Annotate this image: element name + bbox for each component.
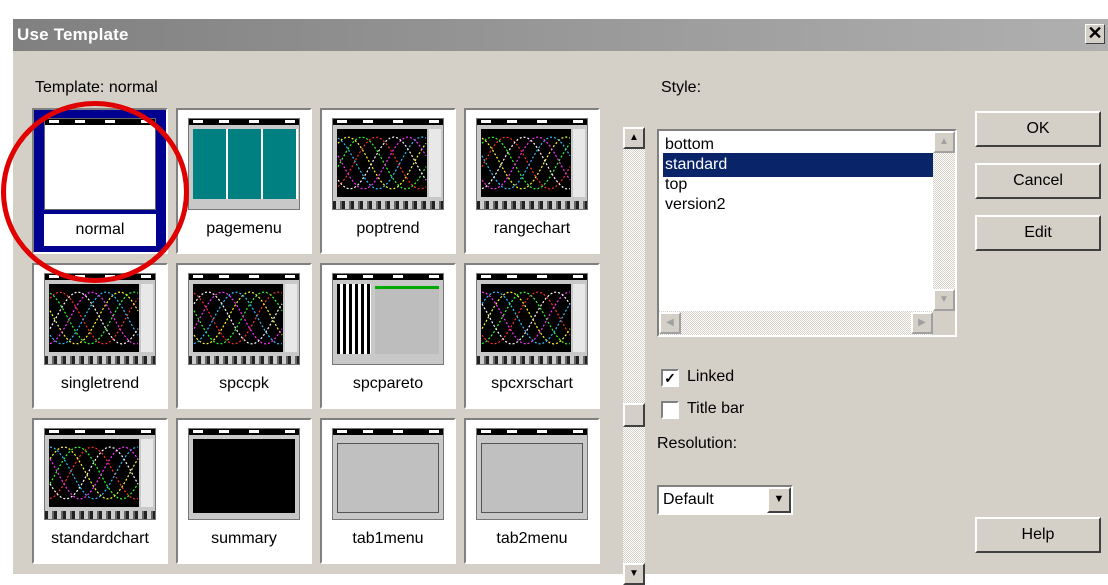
template-tile-spcpareto[interactable]: spcpareto: [320, 263, 456, 409]
thumbnail-titlebar: [333, 274, 443, 280]
style-listbox[interactable]: bottom standard top version2 ▲ ▼ ◀ ▶: [657, 129, 957, 337]
scroll-down-icon[interactable]: ▼: [623, 563, 645, 585]
resolution-select[interactable]: Default ▼: [657, 485, 793, 515]
template-tile-spcxrschart[interactable]: spcxrschart: [464, 263, 600, 409]
template-tile-label: pagemenu: [206, 220, 282, 237]
title-bar-label: Title bar: [687, 400, 745, 417]
edit-button[interactable]: Edit: [975, 215, 1101, 251]
resolution-label: Resolution:: [657, 435, 738, 452]
thumbnail-titlebar: [333, 119, 443, 125]
dialog-title: Use Template: [17, 25, 129, 44]
style-label: Style:: [661, 79, 702, 96]
template-tile-label: rangechart: [493, 220, 571, 237]
linked-label: Linked: [687, 368, 735, 385]
template-tile-label: singletrend: [60, 375, 140, 392]
template-tile-rangechart[interactable]: rangechart: [464, 108, 600, 254]
chevron-down-icon[interactable]: ▼: [767, 487, 791, 513]
template-thumbnail: [476, 118, 588, 210]
template-tile-label: standardchart: [51, 530, 149, 547]
thumbnail-titlebar: [333, 429, 443, 435]
thumbnail-titlebar: [189, 429, 299, 435]
template-tile-poptrend[interactable]: poptrend: [320, 108, 456, 254]
template-tile-label: poptrend: [356, 220, 420, 237]
linked-checkbox[interactable]: ✓: [661, 369, 679, 387]
template-thumbnail: [332, 273, 444, 365]
thumbnail-titlebar: [189, 119, 299, 125]
style-scroll-left-icon[interactable]: ◀: [659, 312, 681, 334]
ok-button[interactable]: OK: [975, 111, 1101, 147]
thumbnail-titlebar: [45, 274, 155, 280]
cancel-button[interactable]: Cancel: [975, 163, 1101, 199]
title-bar: Use Template ✕: [13, 19, 1108, 51]
scrollbar-corner: [933, 311, 955, 335]
scroll-up-icon[interactable]: ▲: [623, 127, 645, 149]
template-label: Template: normal: [35, 79, 158, 96]
resolution-value: Default: [663, 491, 714, 508]
style-scroll-right-icon[interactable]: ▶: [911, 312, 933, 334]
template-tile-standardchart[interactable]: standardchart: [32, 418, 168, 564]
template-thumbnail: [188, 118, 300, 210]
template-tile-label: spcxrschart: [491, 375, 573, 392]
template-tile-normal[interactable]: normal: [32, 108, 168, 254]
style-scroll-up-icon[interactable]: ▲: [933, 131, 955, 153]
help-button[interactable]: Help: [975, 517, 1101, 553]
template-tile-label: spccpk: [219, 375, 269, 392]
template-thumbnail: [476, 428, 588, 520]
template-thumbnail: [332, 428, 444, 520]
style-vertical-scrollbar[interactable]: ▲ ▼: [933, 131, 955, 311]
thumbnail-titlebar: [45, 429, 155, 435]
style-item-version2[interactable]: version2: [663, 193, 933, 217]
scroll-thumb[interactable]: [623, 403, 645, 427]
template-tile-label: tab1menu: [352, 530, 424, 547]
template-tile-label: normal: [44, 214, 156, 246]
template-scrollbar[interactable]: ▲ ▼: [623, 127, 645, 585]
template-thumbnail: [188, 273, 300, 365]
thumbnail-titlebar: [189, 274, 299, 280]
template-thumbnail: [44, 428, 156, 520]
use-template-dialog: Use Template ✕ Template: normal normal pa…: [1, 18, 1108, 585]
template-thumbnail: [188, 428, 300, 520]
template-tile-tab2menu[interactable]: tab2menu: [464, 418, 600, 564]
template-tile-label: tab2menu: [496, 530, 568, 547]
template-tile-tab1menu[interactable]: tab1menu: [320, 418, 456, 564]
thumbnail-titlebar: [45, 119, 155, 125]
title-bar-checkbox[interactable]: [661, 401, 679, 419]
template-thumbnail: [476, 273, 588, 365]
template-tile-summary[interactable]: summary: [176, 418, 312, 564]
template-tile-label: summary: [211, 530, 277, 547]
close-icon[interactable]: ✕: [1085, 24, 1105, 44]
template-thumbnail: [44, 273, 156, 365]
template-tile-spccpk[interactable]: spccpk: [176, 263, 312, 409]
template-thumbnail: [332, 118, 444, 210]
template-thumbnail: [44, 118, 156, 210]
template-tile-label: spcpareto: [352, 375, 424, 392]
style-scroll-down-icon[interactable]: ▼: [933, 289, 955, 311]
style-horizontal-scrollbar[interactable]: ◀ ▶: [659, 311, 933, 335]
template-grid: normal pagemenu poptrend rangechart singletr…: [32, 108, 600, 567]
thumbnail-titlebar: [477, 274, 587, 280]
template-tile-singletrend[interactable]: singletrend: [32, 263, 168, 409]
thumbnail-titlebar: [477, 429, 587, 435]
thumbnail-titlebar: [477, 119, 587, 125]
template-tile-pagemenu[interactable]: pagemenu: [176, 108, 312, 254]
